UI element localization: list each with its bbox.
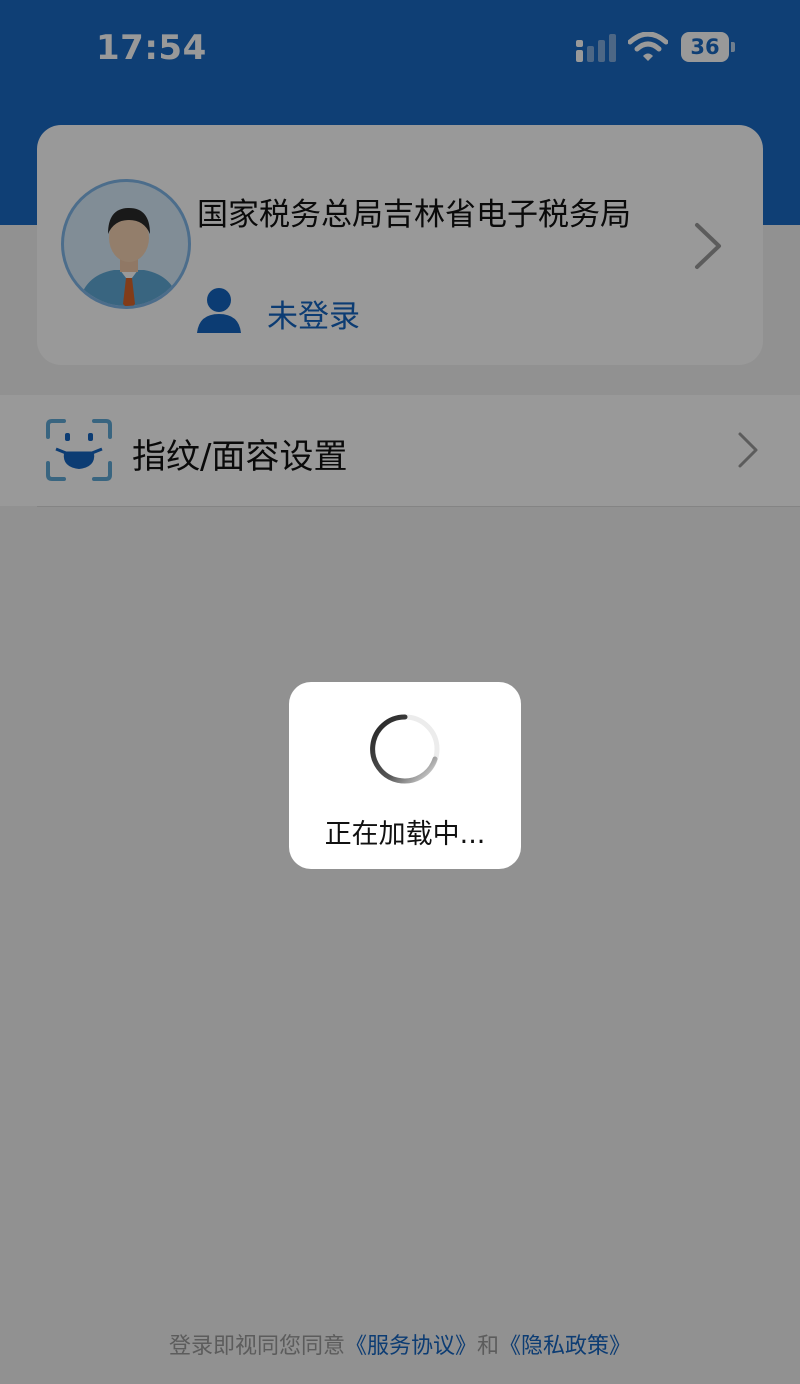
loading-toast: 正在加载中...: [289, 682, 521, 869]
loading-text: 正在加载中...: [324, 819, 486, 850]
loading-spinner-icon: [370, 714, 440, 784]
